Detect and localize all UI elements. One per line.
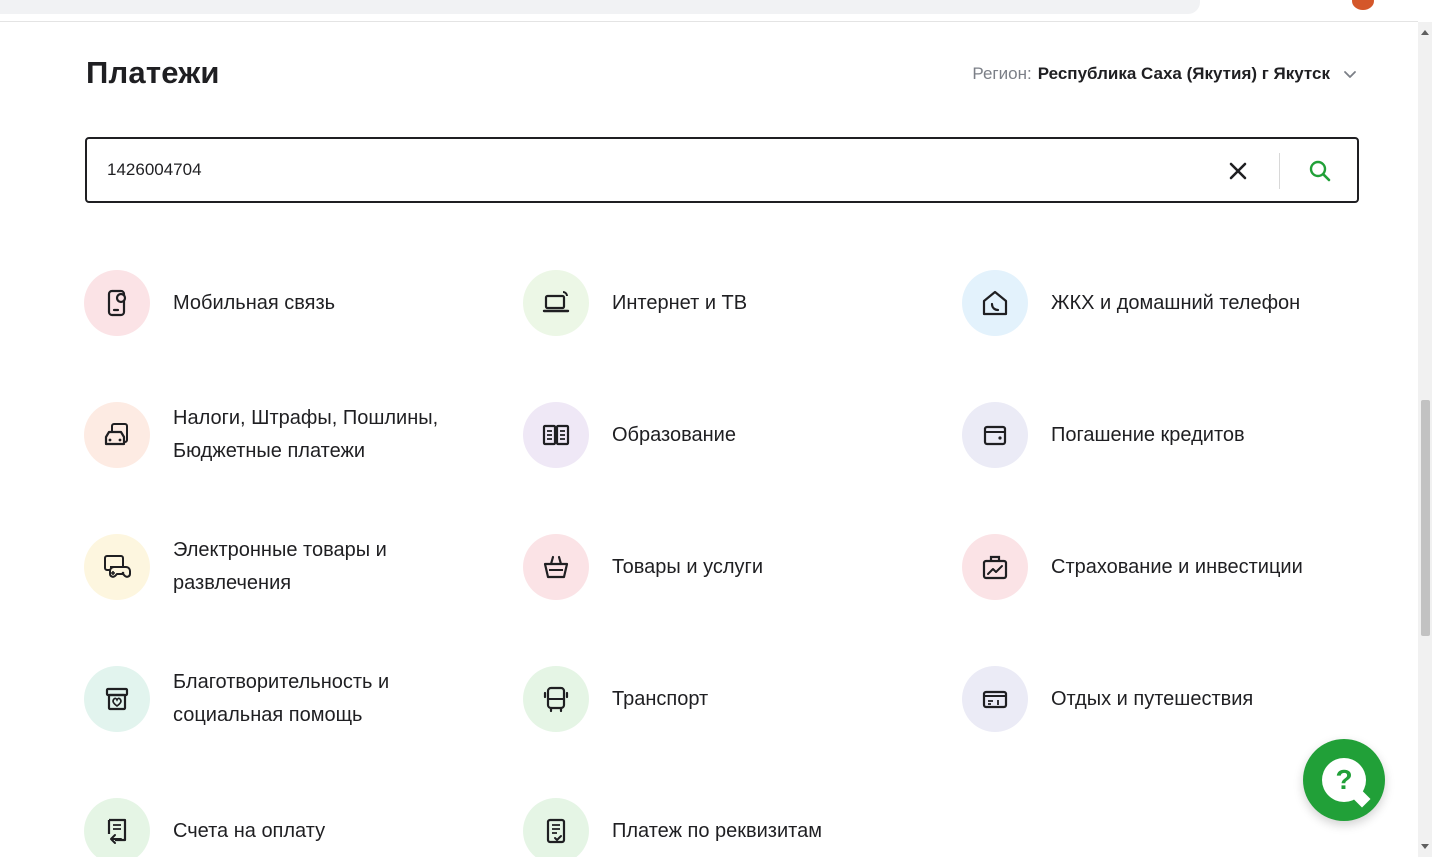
category-payment-by-details[interactable]: Платеж по реквизитам — [523, 796, 943, 857]
category-loans[interactable]: Погашение кредитов — [962, 400, 1382, 470]
category-icon-circle — [523, 270, 589, 336]
category-icon-circle — [84, 534, 150, 600]
category-insurance[interactable]: Страхование и инвестиции — [962, 532, 1382, 602]
mobile-phone-icon — [107, 289, 127, 317]
browser-top-strip — [0, 0, 1418, 22]
category-icon-circle — [962, 534, 1028, 600]
page-scrollbar[interactable] — [1418, 22, 1432, 857]
category-label: Платеж по реквизитам — [612, 819, 822, 842]
category-label: Налоги, Штрафы, Пошлины, Бюджетные плате… — [173, 407, 439, 462]
category-icon-circle — [523, 534, 589, 600]
category-label: Интернет и ТВ — [612, 291, 748, 314]
close-icon — [1229, 162, 1247, 180]
shopping-basket-icon — [543, 555, 569, 579]
category-icon-circle — [84, 666, 150, 732]
donation-box-icon — [105, 687, 129, 711]
open-book-icon — [542, 424, 570, 446]
car-document-icon — [104, 423, 128, 446]
category-icon-circle — [84, 270, 150, 336]
search-icon — [1309, 160, 1331, 182]
wallet-icon — [983, 425, 1007, 446]
category-icon-circle — [962, 402, 1028, 468]
category-label: Транспорт — [612, 687, 709, 710]
scroll-down-arrow-icon[interactable] — [1421, 844, 1429, 849]
category-icon-circle — [962, 666, 1028, 732]
category-travel[interactable]: Отдых и путешествия — [962, 664, 1382, 734]
category-label: Страхование и инвестиции — [1051, 555, 1303, 578]
avatar[interactable] — [1352, 0, 1374, 10]
page-header: Платежи Регион: Республика Саха (Якутия)… — [86, 55, 1358, 95]
category-label: Образование — [612, 423, 736, 446]
category-icon-circle — [523, 402, 589, 468]
bus-icon — [543, 686, 569, 713]
search-button[interactable] — [1305, 156, 1335, 186]
search-input[interactable] — [107, 149, 1207, 191]
top-bar-pill — [0, 0, 1200, 14]
help-chat-button[interactable]: ? — [1303, 739, 1385, 821]
category-label: Погашение кредитов — [1051, 423, 1245, 446]
help-label: ? — [1335, 764, 1353, 795]
laptop-wifi-icon — [542, 291, 570, 313]
document-check-icon — [546, 818, 566, 844]
category-charity[interactable]: Благотворительность и социальная помощь — [84, 664, 504, 734]
category-taxes[interactable]: Налоги, Штрафы, Пошлины, Бюджетные плате… — [84, 400, 504, 470]
category-icon-circle — [523, 798, 589, 857]
category-internet-tv[interactable]: Интернет и ТВ — [523, 268, 943, 338]
category-label: Счета на оплату — [173, 819, 326, 842]
category-icon-circle — [84, 402, 150, 468]
search-box — [85, 137, 1359, 203]
search-divider — [1279, 153, 1280, 189]
category-label: Электронные товары и развлечения — [173, 539, 387, 594]
invoice-icon — [107, 818, 127, 844]
category-icon-circle — [962, 270, 1028, 336]
scrollbar-thumb[interactable] — [1421, 400, 1430, 636]
chevron-down-icon — [1342, 66, 1358, 82]
help-chat-icon: ? — [1322, 758, 1366, 802]
category-label: Отдых и путешествия — [1051, 687, 1254, 710]
category-housing[interactable]: ЖКХ и домашний телефон — [962, 268, 1382, 338]
category-label: Мобильная связь — [173, 291, 336, 314]
category-electronic-goods[interactable]: Электронные товары и развлечения — [84, 532, 504, 602]
category-education[interactable]: Образование — [523, 400, 943, 470]
page-title: Платежи — [86, 55, 220, 90]
house-phone-icon — [982, 290, 1008, 316]
category-invoices[interactable]: Счета на оплату — [84, 796, 504, 857]
category-goods-services[interactable]: Товары и услуги — [523, 532, 943, 602]
category-icon-circle — [84, 798, 150, 857]
gamepad-icon — [104, 555, 131, 578]
scroll-up-arrow-icon[interactable] — [1421, 30, 1429, 35]
category-label: Товары и услуги — [612, 555, 763, 578]
region-value: Республика Саха (Якутия) г Якутск — [1037, 64, 1330, 83]
category-mobile[interactable]: Мобильная связь — [84, 268, 504, 338]
clear-search-button[interactable] — [1223, 156, 1253, 186]
ticket-icon — [982, 690, 1008, 709]
category-label: ЖКХ и домашний телефон — [1051, 291, 1301, 314]
briefcase-chart-icon — [982, 555, 1008, 580]
region-selector[interactable]: Регион: Республика Саха (Якутия) г Якутс… — [972, 64, 1358, 84]
category-label: Благотворительность и социальная помощь — [173, 671, 390, 726]
category-transport[interactable]: Транспорт — [523, 664, 943, 734]
region-label: Регион: — [972, 64, 1032, 83]
category-icon-circle — [523, 666, 589, 732]
